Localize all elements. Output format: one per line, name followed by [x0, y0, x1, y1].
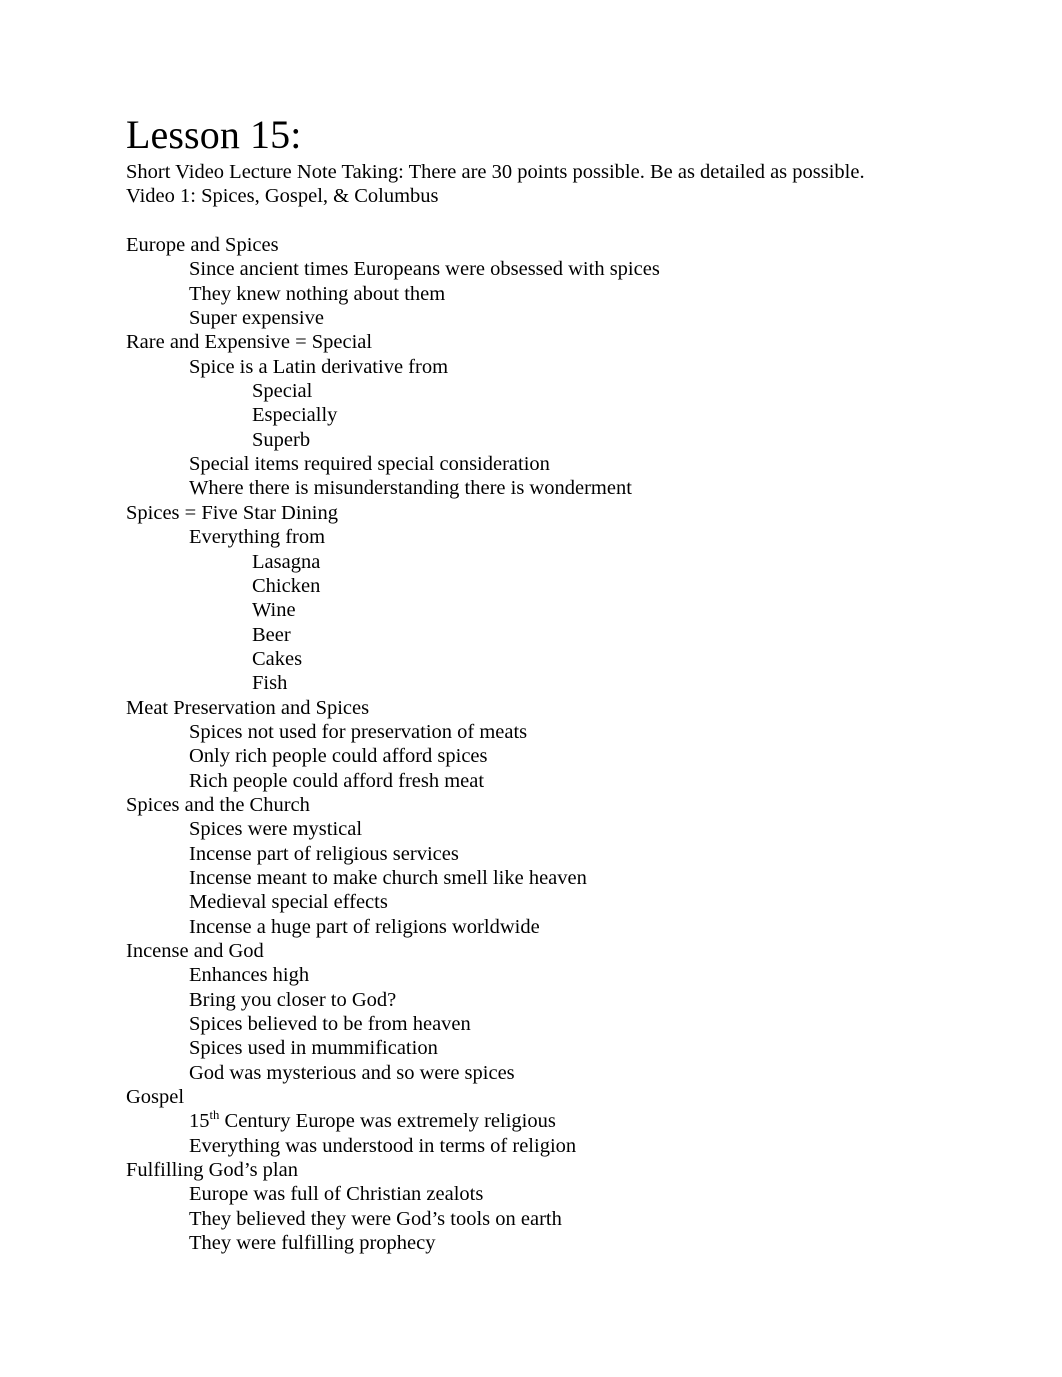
outline-item: Superb: [252, 428, 311, 451]
outline-list: Europe and Spices Since ancient times Eur…: [126, 233, 936, 1255]
outline-item: Everything from: [189, 526, 326, 549]
outline-item: Spice is a Latin derivative from: [189, 355, 449, 378]
outline-item: Spices were mystical: [189, 818, 363, 841]
outline-item: Especially: [252, 404, 338, 427]
outline-item: Super expensive: [189, 307, 324, 330]
outline-item: Everything was understood in terms of re…: [189, 1134, 577, 1157]
outline-item: Meat Preservation and Spices: [126, 696, 370, 719]
outline-item: Incense part of religious services: [189, 842, 459, 865]
outline-item: Gospel: [126, 1086, 185, 1109]
outline-item: Cakes: [252, 647, 303, 670]
outline-item: Medieval special effects: [189, 891, 388, 914]
outline-item: Only rich people could afford spices: [189, 745, 488, 768]
outline-item: Lasagna: [252, 550, 321, 573]
outline-item: Spices = Five Star Dining: [126, 501, 338, 524]
outline-item: Incense meant to make church smell like …: [189, 866, 587, 889]
page-title: Lesson 15:: [126, 112, 302, 157]
outline-item: Enhances high: [189, 964, 310, 987]
intro-line-1: Short Video Lecture Note Taking: There a…: [126, 161, 865, 183]
outline-item: Special items required special considera…: [189, 453, 550, 476]
outline-item: Chicken: [252, 574, 321, 597]
outline-item: Special: [252, 380, 313, 403]
outline-item: Where there is misunderstanding there is…: [189, 477, 632, 500]
outline-item: Wine: [252, 599, 296, 622]
outline-item: They believed they were God’s tools on e…: [189, 1207, 562, 1230]
outline-item: Spices believed to be from heaven: [189, 1013, 471, 1036]
outline-item: Rich people could afford fresh meat: [189, 769, 485, 792]
document-page: Lesson 15: Short Video Lecture Note Taki…: [0, 0, 1062, 1377]
outline-item: Spices and the Church: [126, 793, 310, 816]
outline-item: Spices not used for preservation of meat…: [189, 720, 528, 743]
outline-item: God was mysterious and so were spices: [189, 1061, 515, 1084]
outline-item: Bring you closer to God?: [189, 988, 397, 1011]
intro-line-2: Video 1: Spices, Gospel, & Columbus: [126, 185, 439, 208]
outline-item: Incense and God: [126, 940, 264, 962]
outline-item: They were fulfilling prophecy: [189, 1232, 436, 1255]
ordinal-suffix: th: [209, 1108, 220, 1123]
outline-item: Europe and Spices: [126, 234, 279, 257]
outline-item: Fulfilling God’s plan: [126, 1159, 298, 1182]
outline-item: Fish: [252, 672, 288, 695]
outline-item: Since ancient times Europeans were obses…: [189, 258, 660, 281]
outline-item: They knew nothing about them: [189, 282, 446, 305]
outline-item: Europe was full of Christian zealots: [189, 1183, 484, 1206]
outline-item: Rare and Expensive = Special: [126, 331, 373, 354]
outline-item: Beer: [252, 623, 291, 646]
outline-item: 15th Century Europe was extremely religi…: [189, 1108, 556, 1133]
outline-item: Spices used in mummification: [189, 1037, 438, 1060]
outline-item: Incense a huge part of religions worldwi…: [189, 915, 540, 938]
